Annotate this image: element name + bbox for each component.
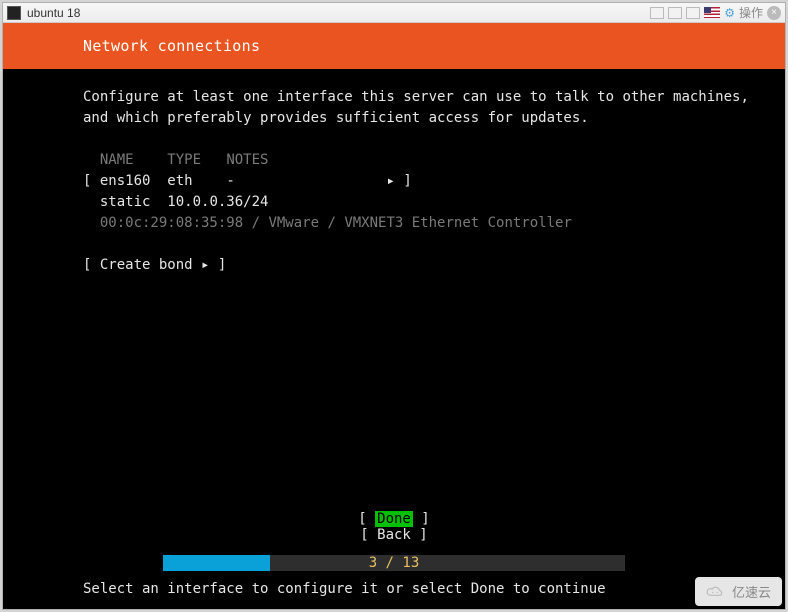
cloud-icon — [704, 584, 726, 600]
vm-console-window: ubuntu 18 ⚙ 操作 × Network connections Con… — [2, 2, 786, 610]
action-row: [ Done ] [ Back ] — [3, 511, 785, 549]
hint-text: Select an interface to configure it or s… — [3, 573, 785, 609]
iface-name[interactable]: ens160 — [100, 173, 151, 189]
page-title: Network connections — [3, 23, 785, 69]
progress-label: 3 / 13 — [163, 555, 625, 571]
back-button[interactable]: [ Back ] — [358, 527, 429, 543]
iface-address: 10.0.0.36/24 — [167, 194, 268, 210]
col-type: TYPE — [167, 152, 201, 168]
titlebar: ubuntu 18 ⚙ 操作 × — [3, 3, 785, 23]
titlebar-button-3[interactable] — [686, 7, 700, 19]
us-flag-icon[interactable] — [704, 7, 720, 18]
instruction-line-1: Configure at least one interface this se… — [83, 89, 749, 105]
titlebar-button-1[interactable] — [650, 7, 664, 19]
main-content: Configure at least one interface this se… — [3, 69, 785, 511]
installer-screen: Network connections Configure at least o… — [3, 23, 785, 609]
gear-icon[interactable]: ⚙ — [724, 6, 735, 20]
iface-mac: 00:0c:29:08:35:98 — [100, 215, 243, 231]
close-icon[interactable]: × — [767, 6, 781, 20]
window-title: ubuntu 18 — [27, 6, 650, 20]
instruction-line-2: and which preferably provides sufficient… — [83, 110, 589, 126]
iface-model: VMXNET3 Ethernet Controller — [344, 215, 572, 231]
titlebar-controls: ⚙ 操作 × — [650, 4, 781, 21]
watermark: 亿速云 — [695, 577, 782, 606]
progress-bar: 3 / 13 — [3, 553, 785, 573]
col-name: NAME — [100, 152, 134, 168]
watermark-text: 亿速云 — [732, 582, 771, 601]
col-notes: NOTES — [226, 152, 268, 168]
titlebar-button-2[interactable] — [668, 7, 682, 19]
console-icon — [7, 6, 21, 20]
operate-menu[interactable]: 操作 — [739, 4, 763, 21]
create-bond-button[interactable]: Create bond — [100, 257, 193, 273]
done-button[interactable]: [ Done ] — [356, 511, 431, 527]
iface-mode: static — [100, 194, 151, 210]
iface-vendor: VMware — [268, 215, 319, 231]
chevron-right-icon[interactable]: ▸ — [386, 173, 394, 189]
iface-notes: - — [226, 173, 234, 189]
iface-type: eth — [167, 173, 192, 189]
